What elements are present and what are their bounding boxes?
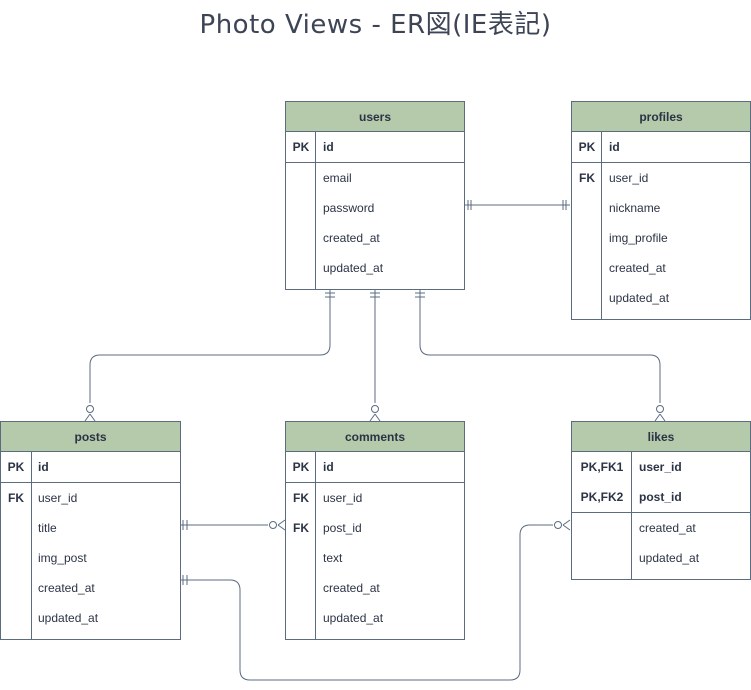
attribute-row: PK,FK1 user_id: [572, 452, 750, 482]
pk-section: PK id: [286, 452, 464, 483]
key-label: FK: [293, 491, 309, 505]
key-label: FK: [8, 491, 24, 505]
attribute-row: nickname: [572, 193, 750, 223]
attribute-row: img_profile: [572, 223, 750, 253]
attribute-row: created_at: [572, 513, 750, 543]
attribute-row: FK post_id: [286, 513, 464, 543]
field-name: title: [38, 521, 57, 535]
attribute-row: updated_at: [572, 543, 750, 573]
attribute-row: FK user_id: [1, 483, 180, 513]
field-name: password: [323, 201, 375, 215]
attribute-row: password: [286, 193, 464, 223]
attribute-row: FK user_id: [286, 483, 464, 513]
field-name: img_post: [38, 551, 87, 565]
key-label: PK: [292, 460, 310, 474]
field-name: created_at: [323, 231, 380, 245]
attribute-row: PK id: [1, 452, 180, 482]
entity-users-header: users: [286, 102, 464, 132]
entity-users[interactable]: users PK id email password created_at upd…: [285, 101, 465, 290]
attribute-row: title: [1, 513, 180, 543]
attribute-row: PK,FK2 post_id: [572, 482, 750, 512]
pk-section: PK id: [286, 132, 464, 163]
field-name: created_at: [38, 581, 95, 595]
attribute-row: FK user_id: [572, 163, 750, 193]
pk-section: PK id: [1, 452, 180, 483]
field-name: created_at: [609, 261, 666, 275]
entity-posts[interactable]: posts PK id FK user_id title img_post crea…: [0, 421, 181, 640]
rel-users-profiles: [465, 200, 570, 210]
entity-comments-header: comments: [286, 422, 464, 452]
key-label: PK,FK1: [580, 460, 624, 474]
attribute-row: email: [286, 163, 464, 193]
field-name: created_at: [639, 521, 696, 535]
field-name: updated_at: [323, 261, 384, 275]
field-name: updated_at: [639, 551, 700, 565]
field-name: updated_at: [323, 611, 384, 625]
attribute-row: created_at: [1, 573, 180, 603]
attribute-row: updated_at: [572, 283, 750, 313]
field-name: email: [323, 171, 352, 185]
field-name: updated_at: [609, 291, 670, 305]
field-name: text: [323, 551, 343, 565]
key-label: PK: [292, 140, 310, 154]
attribute-row: PK id: [286, 132, 464, 162]
field-name: user_id: [609, 171, 649, 185]
column-divider: [315, 451, 316, 639]
entity-comments[interactable]: comments PK id FK user_id FK post_id text c…: [285, 421, 465, 640]
field-name: updated_at: [38, 611, 99, 625]
key-label: PK: [7, 460, 25, 474]
field-name: id: [323, 140, 334, 154]
rel-users-comments: [369, 290, 381, 422]
key-label: PK,FK2: [580, 490, 624, 504]
entity-profiles-header: profiles: [572, 102, 750, 132]
attribute-row: PK id: [572, 132, 750, 162]
attribute-row: updated_at: [286, 603, 464, 633]
column-divider: [601, 131, 602, 319]
pk-section: PK,FK1 user_id PK,FK2 post_id: [572, 452, 750, 513]
entity-profiles[interactable]: profiles PK id FK user_id nickname img_pro…: [571, 101, 751, 320]
attribute-row: img_post: [1, 543, 180, 573]
field-name: post_id: [639, 490, 682, 504]
field-name: id: [38, 460, 49, 474]
field-name: user_id: [323, 491, 363, 505]
column-divider: [31, 451, 32, 639]
column-divider: [315, 131, 316, 289]
field-name: img_profile: [609, 231, 668, 245]
field-name: user_id: [639, 460, 682, 474]
rel-users-posts: [84, 290, 335, 422]
rel-posts-comments: [180, 519, 286, 531]
attribute-row: updated_at: [286, 253, 464, 283]
attribute-row: created_at: [572, 253, 750, 283]
pk-section: PK id: [572, 132, 750, 163]
entity-likes-header: likes: [572, 422, 750, 452]
key-label: PK: [578, 140, 596, 154]
attribute-row: PK id: [286, 452, 464, 482]
field-name: id: [609, 140, 620, 154]
attribute-row: created_at: [286, 223, 464, 253]
entity-posts-header: posts: [1, 422, 180, 452]
entity-likes[interactable]: likes PK,FK1 user_id PK,FK2 post_id create…: [571, 421, 751, 580]
key-label: FK: [293, 521, 309, 535]
attribute-row: text: [286, 543, 464, 573]
attribute-row: updated_at: [1, 603, 180, 633]
field-name: post_id: [323, 521, 362, 535]
field-name: user_id: [38, 491, 78, 505]
field-name: id: [323, 460, 334, 474]
field-name: created_at: [323, 581, 380, 595]
key-label: FK: [579, 171, 595, 185]
attribute-row: created_at: [286, 573, 464, 603]
column-divider: [631, 451, 632, 579]
field-name: nickname: [609, 201, 661, 215]
